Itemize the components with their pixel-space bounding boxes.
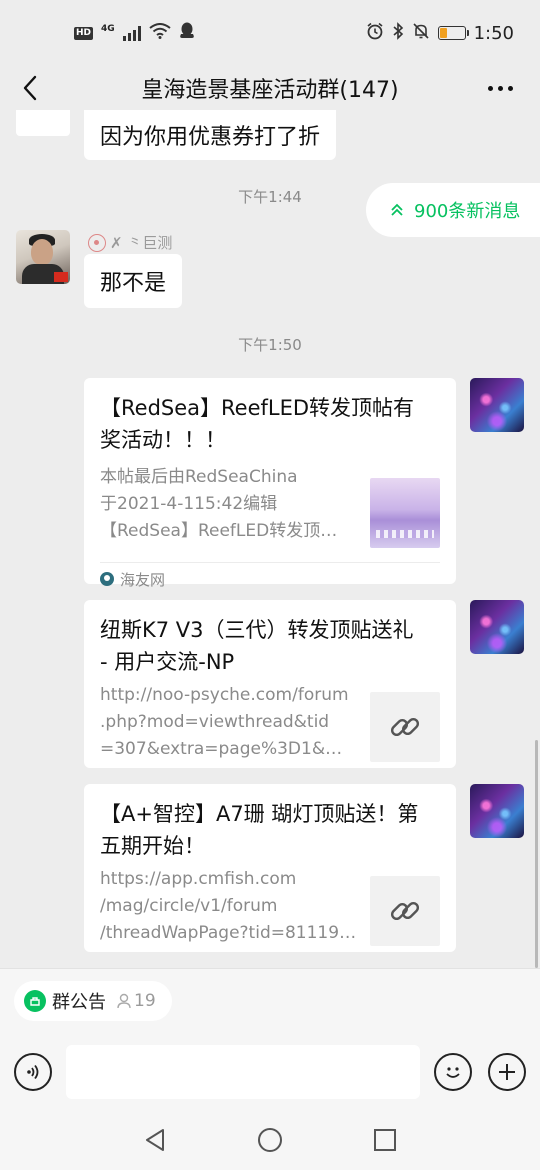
person-icon	[117, 993, 131, 1009]
card-description: https://app.cmfish.com /mag/circle/v1/fo…	[100, 866, 358, 947]
status-bar: HD 4G 1:50	[0, 0, 540, 66]
message-input[interactable]	[66, 1045, 420, 1099]
group-notice-button[interactable]: 群公告 19	[14, 981, 172, 1021]
card-body: 本帖最后由RedSeaChina 于2021-4-115:42编辑 【RedSe…	[100, 464, 440, 548]
card-description: http://noo-psyche.com/forum .php?mod=vie…	[100, 682, 358, 763]
flag-icon	[54, 272, 68, 282]
card-title-line: 奖活动！！！	[100, 428, 226, 452]
card-desc-line: =307&extra=page%3D1&mo…	[100, 739, 358, 759]
hd-badge: HD	[74, 26, 94, 40]
battery-icon	[437, 26, 469, 40]
card-desc-line: /mag/circle/v1/forum	[100, 896, 278, 916]
nav-back-button[interactable]	[140, 1125, 170, 1155]
card-description: 本帖最后由RedSeaChina 于2021-4-115:42编辑 【RedSe…	[100, 464, 358, 548]
card-thumbnail	[370, 478, 440, 548]
card-title-line: 【A+智控】A7珊 瑚灯顶贴送！第	[100, 802, 419, 826]
back-button[interactable]	[14, 72, 46, 104]
add-button[interactable]	[488, 1053, 526, 1091]
message-text: 因为你用优惠券打了折	[100, 125, 321, 150]
wifi-icon	[149, 22, 171, 44]
sender-name-text: ✗ ⺀巨测	[110, 234, 173, 252]
card-desc-line: /threadWapPage?tid=81119…	[100, 923, 357, 943]
card-body: https://app.cmfish.com /mag/circle/v1/fo…	[100, 866, 440, 947]
more-dot	[507, 85, 513, 91]
alarm-icon	[366, 22, 384, 45]
voice-icon	[27, 1064, 39, 1080]
more-dot	[497, 85, 503, 91]
network-type: 4G	[101, 23, 115, 34]
chat-area[interactable]: 因为你用优惠券打了折 下午1:44 900条新消息 ✗ ⺀巨测 那不是 下午1:…	[0, 110, 540, 968]
badge-icon	[88, 233, 106, 252]
card-title-line: - 用户交流-NP	[100, 650, 235, 674]
link-card[interactable]: 【RedSea】ReefLED转发顶帖有 奖活动！！！ 本帖最后由RedSeaC…	[84, 378, 456, 589]
card-desc-line: 于2021-4-115:42编辑	[100, 494, 278, 514]
notice-count-value: 19	[134, 991, 156, 1011]
more-options-button[interactable]	[484, 72, 516, 104]
link-card[interactable]: 纽斯K7 V3（三代）转发顶贴送礼 - 用户交流-NP http://noo-p…	[84, 600, 456, 768]
avatar[interactable]	[16, 110, 70, 136]
card-title-line: 五期开始！	[100, 834, 205, 858]
avatar[interactable]	[16, 230, 70, 284]
bottom-panel: 群公告 19	[0, 968, 540, 1170]
more-dot	[487, 85, 493, 91]
chat-title: 皇海造景基座活动群(147)	[141, 78, 399, 103]
battery-fill	[439, 28, 447, 38]
triangle-back-icon	[146, 1129, 164, 1151]
card-title-line: 纽斯K7 V3（三代）转发顶贴送礼	[100, 618, 414, 642]
card-source-name: 海友网	[120, 570, 166, 589]
plus-icon	[499, 1064, 515, 1080]
message-bubble[interactable]: 因为你用优惠券打了折	[84, 110, 337, 160]
status-right: 1:50	[366, 21, 514, 45]
notice-label: 群公告	[52, 992, 106, 1013]
avatar[interactable]	[470, 784, 524, 838]
card-title: 【RedSea】ReefLED转发顶帖有 奖活动！！！	[100, 392, 440, 456]
chevron-left-icon	[23, 75, 37, 101]
new-messages-button[interactable]: 900条新消息	[366, 183, 540, 237]
system-nav-bar	[0, 1109, 540, 1170]
input-row	[0, 1045, 540, 1099]
signal-icon	[122, 25, 141, 41]
nav-recents-button[interactable]	[370, 1125, 400, 1155]
timestamp: 下午1:50	[238, 336, 302, 354]
voice-button[interactable]	[14, 1053, 52, 1091]
card-desc-line: https://app.cmfish.com	[100, 869, 297, 889]
message-bubble[interactable]: 那不是	[84, 254, 183, 308]
card-title: 【A+智控】A7珊 瑚灯顶贴送！第 五期开始！	[100, 798, 440, 862]
avatar-face	[31, 239, 53, 265]
qq-icon	[179, 22, 195, 45]
double-chevron-up-icon	[391, 203, 403, 216]
card-thumbnail	[370, 876, 440, 946]
card-desc-line: 【RedSea】ReefLED转发顶…	[100, 521, 338, 541]
avatar[interactable]	[470, 600, 524, 654]
emoji-button[interactable]	[434, 1053, 472, 1091]
card-title: 纽斯K7 V3（三代）转发顶贴送礼 - 用户交流-NP	[100, 614, 440, 678]
card-source: 海友网	[100, 562, 440, 595]
scrollbar[interactable]	[535, 740, 538, 968]
card-body: http://noo-psyche.com/forum .php?mod=vie…	[100, 682, 440, 763]
message-text: 那不是	[100, 271, 167, 296]
mute-bell-icon	[412, 22, 430, 45]
source-icon	[100, 572, 114, 586]
nav-home-button[interactable]	[255, 1125, 285, 1155]
notice-count: 19	[116, 991, 156, 1011]
status-time: 1:50	[473, 22, 514, 44]
emoji-icon	[446, 1067, 460, 1078]
card-desc-line: 本帖最后由RedSeaChina	[100, 467, 298, 487]
square-recents-icon	[374, 1129, 396, 1151]
link-icon	[390, 901, 420, 921]
circle-home-icon	[258, 1128, 282, 1152]
card-thumbnail	[370, 692, 440, 762]
status-left: HD 4G	[74, 22, 195, 45]
card-title-line: 【RedSea】ReefLED转发顶帖有	[100, 396, 415, 420]
avatar[interactable]	[470, 378, 524, 432]
notice-icon	[24, 990, 46, 1012]
link-card[interactable]: 【A+智控】A7珊 瑚灯顶贴送！第 五期开始！ https://app.cmfi…	[84, 784, 456, 952]
card-desc-line: http://noo-psyche.com/forum	[100, 685, 349, 705]
sender-name: ✗ ⺀巨测	[88, 232, 172, 253]
card-desc-line: .php?mod=viewthread&tid	[100, 712, 330, 732]
link-icon	[390, 717, 420, 737]
new-messages-label: 900条新消息	[414, 201, 521, 222]
bluetooth-icon	[392, 21, 404, 45]
title-bar: 皇海造景基座活动群(147)	[0, 66, 540, 110]
